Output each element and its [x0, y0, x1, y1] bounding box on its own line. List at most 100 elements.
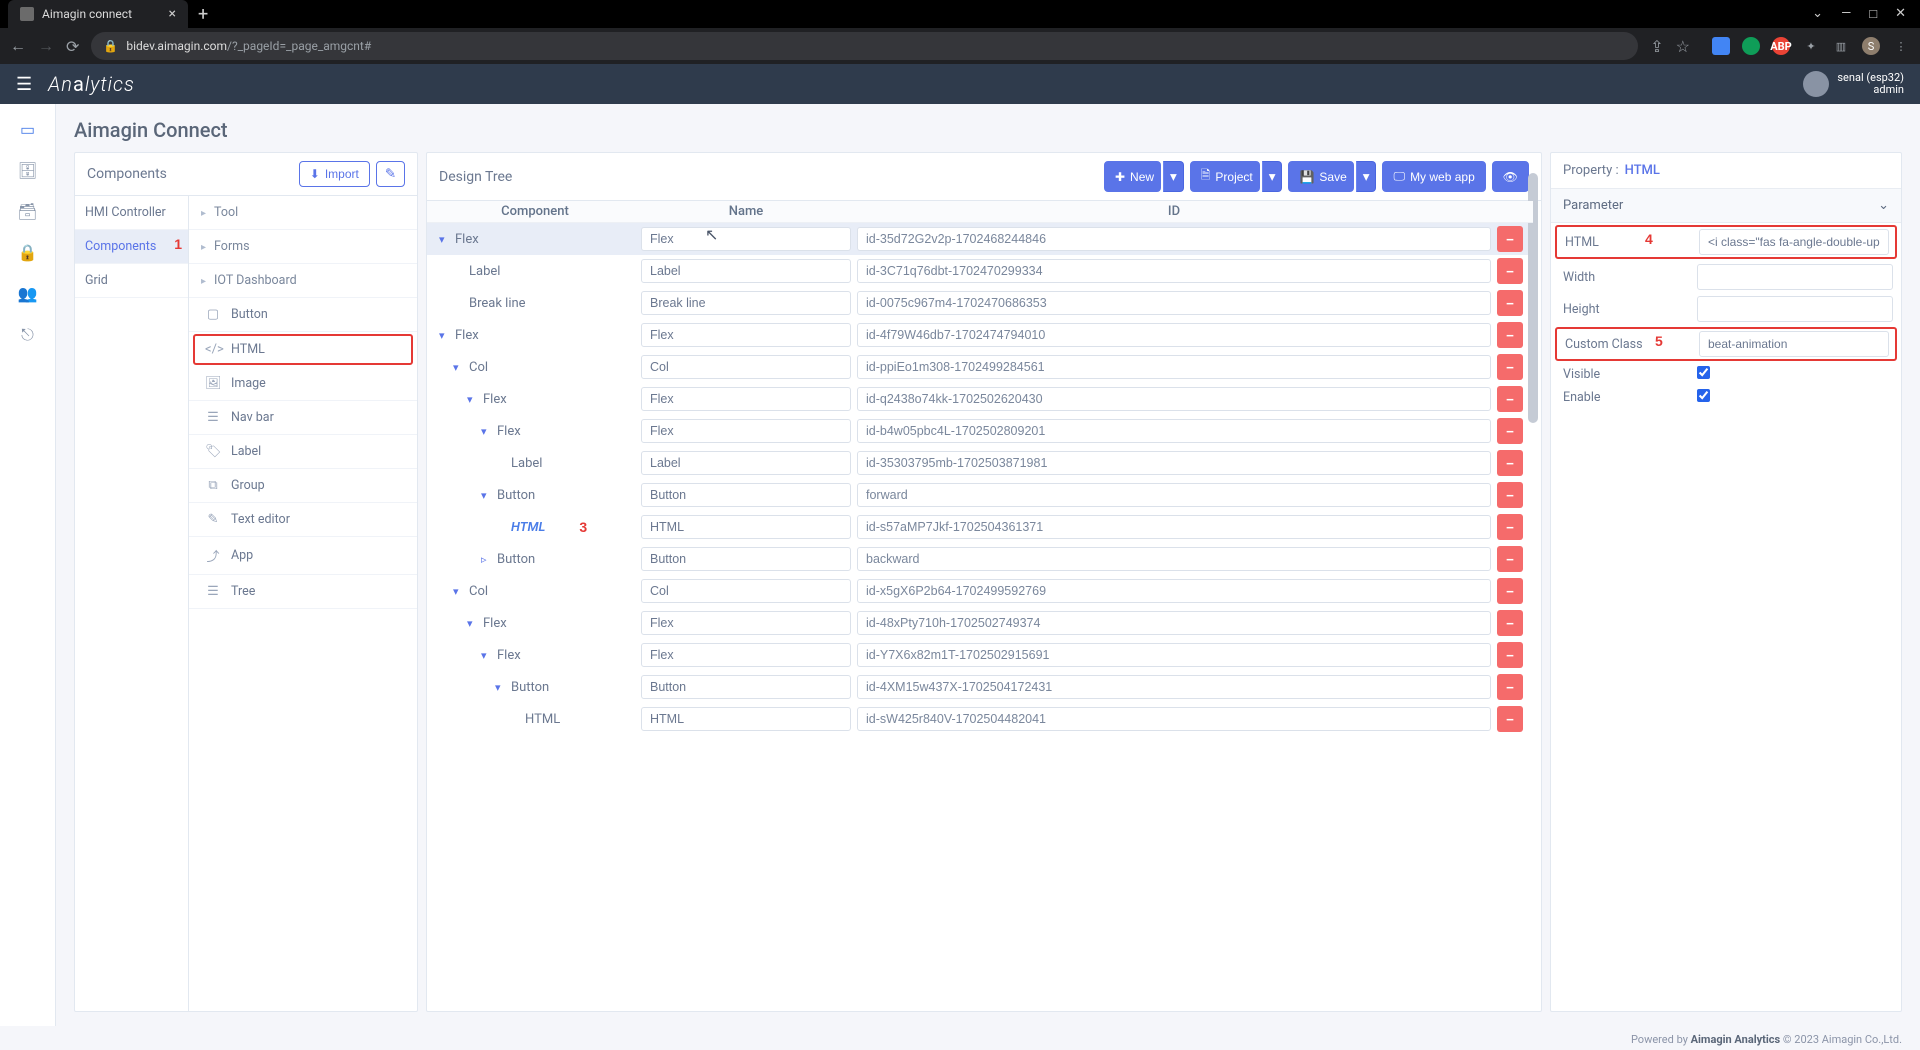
delete-row-button[interactable]: − [1497, 354, 1523, 380]
rail-page-icon[interactable]: ▭ [20, 120, 35, 139]
tree-id-input[interactable] [857, 483, 1491, 507]
custom-class-input[interactable] [1699, 331, 1889, 357]
group-iot-dashboard[interactable]: IOT Dashboard [189, 264, 417, 298]
component-label[interactable]: 🏷Label [189, 435, 417, 469]
expand-toggle-icon[interactable]: ▾ [439, 233, 451, 246]
tree-id-input[interactable] [857, 355, 1491, 379]
tree-name-input[interactable] [641, 355, 851, 379]
delete-row-button[interactable]: − [1497, 450, 1523, 476]
back-icon[interactable]: ← [10, 36, 26, 56]
tree-name-input[interactable] [641, 483, 851, 507]
delete-row-button[interactable]: − [1497, 482, 1523, 508]
expand-toggle-icon[interactable]: ▾ [453, 361, 465, 374]
tree-row[interactable]: ▾Button− [427, 671, 1533, 703]
profile-avatar-icon[interactable]: S [1862, 37, 1880, 55]
my-webapp-button[interactable]: 🖵 My web app [1382, 161, 1485, 192]
tree-id-input[interactable] [857, 611, 1491, 635]
tree-row[interactable]: Label− [427, 447, 1533, 479]
component-html[interactable]: </>HTML2 [193, 334, 413, 365]
delete-row-button[interactable]: − [1497, 706, 1523, 732]
tree-name-input[interactable] [641, 643, 851, 667]
extension-adblock-icon[interactable]: ABP [1772, 37, 1790, 55]
expand-toggle-icon[interactable]: ▾ [439, 329, 451, 342]
tree-row[interactable]: Break line− [427, 287, 1533, 319]
tree-name-input[interactable] [641, 515, 851, 539]
delete-row-button[interactable]: − [1497, 418, 1523, 444]
group-forms[interactable]: Forms [189, 230, 417, 264]
project-button[interactable]: 🗎 Project [1190, 161, 1260, 192]
close-tab-icon[interactable]: × [169, 6, 176, 22]
bookmark-icon[interactable]: ☆ [1676, 37, 1690, 56]
tree-id-input[interactable] [857, 579, 1491, 603]
category-hmi-controller[interactable]: HMI Controller [75, 196, 188, 230]
component-button[interactable]: ▢Button [189, 298, 417, 332]
expand-toggle-icon[interactable]: ▾ [467, 617, 479, 630]
component-group[interactable]: ⧉Group [189, 469, 417, 503]
browser-tab[interactable]: Aimagin connect × [8, 0, 188, 28]
tree-name-input[interactable] [641, 419, 851, 443]
component-app[interactable]: ⤴App [189, 537, 417, 575]
tree-id-input[interactable] [857, 675, 1491, 699]
tree-id-input[interactable] [857, 323, 1491, 347]
tree-name-input[interactable] [641, 611, 851, 635]
rail-database-icon[interactable]: 🗄 [17, 161, 37, 180]
minimize-icon[interactable]: ― [1841, 6, 1851, 22]
category-components[interactable]: Components1 [75, 230, 188, 264]
delete-row-button[interactable]: − [1497, 386, 1523, 412]
new-button[interactable]: ✚ New [1104, 161, 1161, 192]
new-dropdown[interactable]: ▾ [1163, 161, 1184, 192]
tree-name-input[interactable] [641, 291, 851, 315]
delete-row-button[interactable]: − [1497, 674, 1523, 700]
tree-id-input[interactable] [857, 387, 1491, 411]
expand-toggle-icon[interactable]: ▾ [495, 681, 507, 694]
tree-row[interactable]: ▾Button− [427, 479, 1533, 511]
tree-id-input[interactable] [857, 419, 1491, 443]
tree-name-input[interactable] [641, 579, 851, 603]
tree-id-input[interactable] [857, 291, 1491, 315]
extensions-icon[interactable]: ✦ [1802, 37, 1820, 55]
rail-users-icon[interactable]: 👥 [18, 284, 38, 303]
rail-lock-icon[interactable]: 🔒 [18, 243, 38, 262]
delete-row-button[interactable]: − [1497, 258, 1523, 284]
tree-id-input[interactable] [857, 547, 1491, 571]
tree-name-input[interactable] [641, 387, 851, 411]
tree-row[interactable]: Label− [427, 255, 1533, 287]
tree-row[interactable]: ▾Col− [427, 575, 1533, 607]
maximize-icon[interactable]: □ [1869, 6, 1877, 22]
visible-checkbox[interactable] [1697, 366, 1710, 379]
delete-row-button[interactable]: − [1497, 642, 1523, 668]
component-navbar[interactable]: ☰Nav bar [189, 401, 417, 435]
expand-toggle-icon[interactable]: ▾ [467, 393, 479, 406]
tree-row[interactable]: ▾Flex− [427, 383, 1533, 415]
chevron-down-icon[interactable]: ⌄ [1812, 6, 1823, 22]
expand-toggle-icon[interactable]: ▾ [481, 649, 493, 662]
html-input[interactable] [1699, 229, 1889, 255]
delete-row-button[interactable]: − [1497, 514, 1523, 540]
tree-id-input[interactable] [857, 707, 1491, 731]
delete-row-button[interactable]: − [1497, 290, 1523, 316]
close-window-icon[interactable]: ✕ [1895, 6, 1906, 22]
edit-components-button[interactable]: ✎ [376, 161, 405, 187]
component-image[interactable]: 🖼Image [189, 367, 417, 401]
extension-grammarly-icon[interactable] [1742, 37, 1760, 55]
tree-row[interactable]: ▾Flex− [427, 607, 1533, 639]
expand-toggle-icon[interactable]: ▾ [481, 425, 493, 438]
preview-button[interactable]: 👁 [1492, 161, 1529, 192]
import-button[interactable]: ⬇ Import [299, 161, 370, 187]
tree-row[interactable]: ▾Flex− [427, 223, 1533, 255]
tree-id-input[interactable] [857, 643, 1491, 667]
tree-name-input[interactable] [641, 707, 851, 731]
sidepanel-icon[interactable]: ▥ [1832, 37, 1850, 55]
tree-name-input[interactable] [641, 227, 851, 251]
height-input[interactable] [1697, 296, 1893, 322]
tree-name-input[interactable] [641, 259, 851, 283]
expand-toggle-icon[interactable]: ▾ [453, 585, 465, 598]
enable-checkbox[interactable] [1697, 389, 1710, 402]
tree-row[interactable]: ▾Flex− [427, 319, 1533, 351]
tree-row[interactable]: HTML− [427, 703, 1533, 735]
delete-row-button[interactable]: − [1497, 578, 1523, 604]
rail-server-icon[interactable]: 🗃 [17, 202, 37, 221]
tree-name-input[interactable] [641, 547, 851, 571]
tree-name-input[interactable] [641, 451, 851, 475]
component-text-editor[interactable]: ✎Text editor [189, 503, 417, 537]
